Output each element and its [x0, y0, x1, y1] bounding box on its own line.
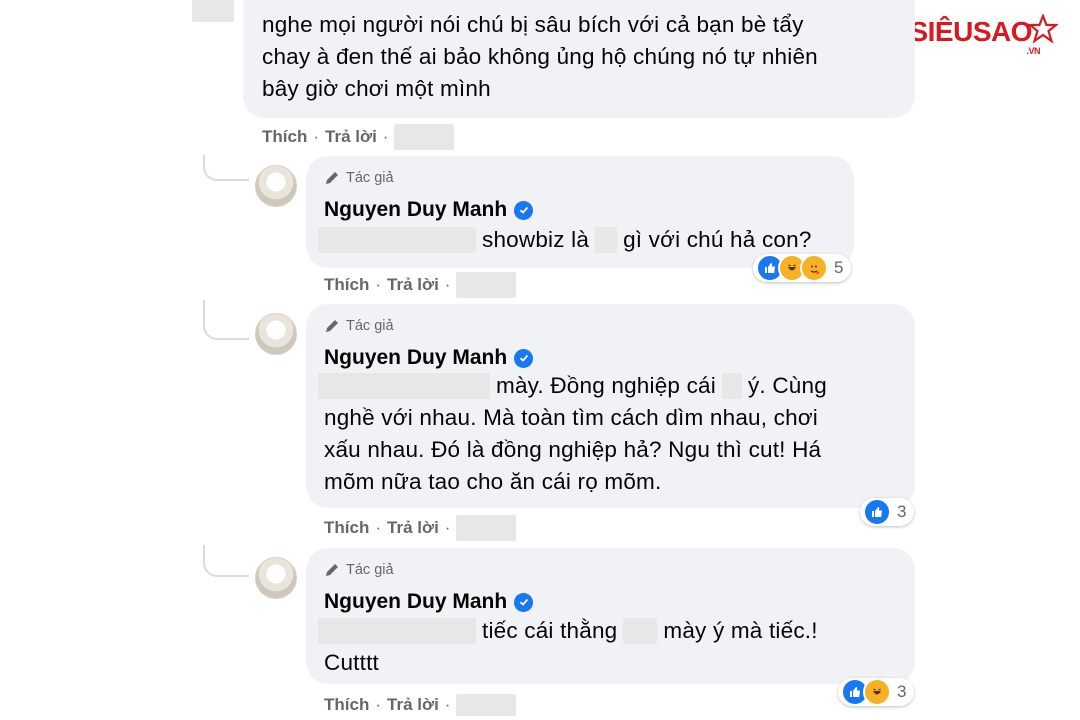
comment-line: chay à đen thế ai bảo không ủng hộ chúng…: [262, 44, 818, 69]
thread-line: [203, 155, 249, 181]
reply-text-part: showbiz là: [482, 227, 590, 252]
blurred-text: [318, 373, 490, 399]
blurred-timestamp: [456, 272, 517, 298]
reply-text-part: mày ý mà tiếc.!: [663, 618, 818, 643]
blurred-text: [623, 618, 658, 644]
reply-link[interactable]: Trả lời: [387, 518, 439, 538]
reply-actions: Thích · Trả lời ·: [324, 272, 517, 298]
author-avatar[interactable]: [255, 165, 297, 207]
reaction-summary[interactable]: 3: [860, 498, 915, 526]
author-badge: Tác giả: [324, 318, 394, 334]
reply-line: tiếc cái thằng mày ý mà tiếc.!: [318, 615, 898, 647]
pencil-icon: [326, 172, 338, 184]
reply-text: mày. Đồng nghiệp cái ý. Cùng nghề với nh…: [318, 370, 898, 498]
reply-text-part: mày. Đồng nghiệp cái: [496, 373, 716, 398]
reply-link[interactable]: Trả lời: [387, 275, 439, 295]
blurred-text: [318, 227, 476, 253]
reaction-count: 3: [897, 682, 907, 701]
reply-actions: Thích · Trả lời ·: [324, 515, 517, 541]
like-link[interactable]: Thích: [324, 518, 369, 538]
pencil-icon: [326, 320, 338, 332]
thread-line: [203, 545, 249, 577]
care-reaction-icon: [800, 254, 828, 282]
reply-text: tiếc cái thằng mày ý mà tiếc.! Cutttt: [318, 615, 898, 679]
reaction-count: 5: [834, 258, 844, 277]
watermark-text: SIÊUSAO: [909, 16, 1032, 47]
reply-text-part: tiếc cái thằng: [482, 618, 618, 643]
verified-badge-icon: [514, 200, 534, 220]
reply-link[interactable]: Trả lời: [387, 695, 439, 715]
comment-text: nghe mọi người nói chú bị sâu bích với c…: [262, 9, 902, 105]
reply-actions: Thích · Trả lời ·: [324, 694, 517, 716]
blurred-text: [318, 618, 476, 644]
reply-text-part: ý. Cùng: [747, 373, 827, 398]
like-link[interactable]: Thích: [324, 695, 369, 715]
reaction-summary[interactable]: 5: [753, 254, 852, 282]
blurred-avatar: [192, 0, 234, 22]
author-tag-label: Tác giả: [346, 318, 394, 334]
like-reaction-icon: [863, 498, 891, 526]
comment-actions: Thích · Trả lời ·: [262, 124, 455, 150]
author-name-text: Nguyen Duy Manh: [324, 590, 508, 613]
author-name-text: Nguyen Duy Manh: [324, 198, 508, 221]
verified-badge-icon: [514, 348, 534, 368]
blurred-text: [595, 227, 618, 253]
like-link[interactable]: Thích: [262, 127, 307, 147]
comment-line: nghe mọi người nói chú bị sâu bích với c…: [262, 12, 804, 37]
pencil-icon: [326, 564, 338, 576]
blurred-timestamp: [456, 694, 517, 716]
reply-line: mày. Đồng nghiệp cái ý. Cùng: [318, 370, 898, 402]
like-link[interactable]: Thích: [324, 275, 369, 295]
author-name-text: Nguyen Duy Manh: [324, 346, 508, 369]
reaction-count: 3: [897, 502, 907, 521]
verified-badge-icon: [514, 592, 534, 612]
reply-line: xấu nhau. Đó là đồng nghiệp hả? Ngu thì …: [324, 437, 822, 462]
haha-reaction-icon: [863, 678, 891, 706]
author-tag-label: Tác giả: [346, 562, 394, 578]
blurred-timestamp: [456, 515, 517, 541]
reply-line: Cutttt: [324, 650, 379, 675]
author-name[interactable]: Nguyen Duy Manh: [324, 198, 534, 222]
reply-line: mõm nữa tao cho ăn cái rọ mõm.: [324, 469, 662, 494]
reply-link[interactable]: Trả lời: [325, 127, 377, 147]
author-name[interactable]: Nguyen Duy Manh: [324, 346, 534, 370]
reply-text-part: gì với chú hả con?: [623, 227, 812, 252]
thread-line: [203, 300, 249, 340]
blurred-timestamp: [394, 124, 455, 150]
reply-text: showbiz là gì với chú hả con?: [318, 224, 812, 256]
comment-line: bây giờ chơi một mình: [262, 76, 491, 101]
watermark-sub: .VN: [1026, 46, 1040, 56]
blurred-text: [721, 373, 742, 399]
author-badge: Tác giả: [324, 562, 394, 578]
site-watermark-logo: SIÊUSAO .VN: [909, 14, 1058, 56]
reaction-summary[interactable]: 3: [838, 678, 915, 706]
author-avatar[interactable]: [255, 557, 297, 599]
reply-line: nghề với nhau. Mà toàn tìm cách dìm nhau…: [324, 405, 818, 430]
author-avatar[interactable]: [255, 313, 297, 355]
author-tag-label: Tác giả: [346, 170, 394, 186]
star-icon: [1028, 14, 1058, 44]
author-badge: Tác giả: [324, 170, 394, 186]
author-name[interactable]: Nguyen Duy Manh: [324, 590, 534, 614]
